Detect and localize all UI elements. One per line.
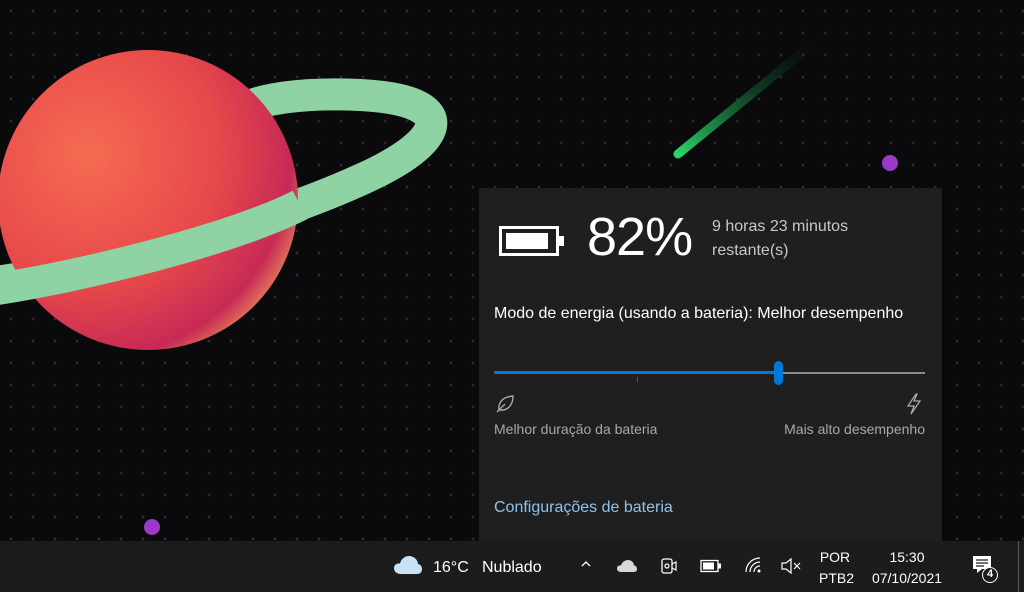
power-mode-label: Modo de energia (usando a bateria): Melh… — [494, 305, 904, 322]
battery-percentage: 82% — [587, 207, 693, 267]
clock[interactable]: 15:30 07/10/2021 — [862, 547, 952, 589]
battery-icon[interactable] — [700, 559, 722, 573]
slider-track-empty — [778, 372, 925, 374]
clock-date: 07/10/2021 — [871, 570, 943, 586]
slider-track-filled — [494, 371, 778, 374]
battery-large-icon — [499, 226, 564, 256]
slider-max-label: Mais alto desempenho — [784, 421, 925, 437]
remaining-line-1: 9 horas 23 minutos — [712, 218, 849, 235]
volume-muted-icon[interactable] — [780, 557, 802, 575]
battery-settings-link[interactable]: Configurações de bateria — [494, 499, 673, 517]
wifi-icon[interactable] — [744, 556, 762, 574]
slider-min-label: Melhor duração da bateria — [494, 421, 658, 437]
battery-time-remaining: 9 horas 23 minutos restante(s) — [712, 215, 912, 263]
language-code: POR — [819, 549, 851, 565]
meet-now-icon[interactable] — [660, 556, 678, 576]
chevron-up-icon[interactable] — [580, 557, 592, 571]
clock-time: 15:30 — [889, 549, 925, 565]
remaining-line-2: restante(s) — [712, 242, 789, 259]
notification-count-badge: 4 — [982, 567, 998, 583]
taskbar: 16°C Nublado POR PTB2 15:30 07/10/2021 4 — [0, 541, 1024, 592]
leaf-icon — [496, 395, 514, 413]
weather-condition[interactable]: Nublado — [482, 559, 542, 577]
show-desktop-button[interactable] — [1018, 541, 1019, 592]
onedrive-icon[interactable] — [616, 559, 638, 573]
notification-center-button[interactable]: 4 — [971, 554, 998, 584]
input-language[interactable]: POR PTB2 — [819, 547, 855, 589]
weather-temperature[interactable]: 16°C — [433, 559, 469, 577]
lightning-icon — [906, 393, 922, 415]
slider-thumb[interactable] — [774, 361, 783, 385]
slider-tick — [637, 377, 638, 382]
keyboard-layout: PTB2 — [819, 570, 855, 586]
power-mode-slider[interactable] — [494, 361, 925, 385]
battery-flyout: 82% 9 horas 23 minutos restante(s) Modo … — [479, 188, 942, 541]
cloud-icon[interactable] — [393, 554, 423, 576]
